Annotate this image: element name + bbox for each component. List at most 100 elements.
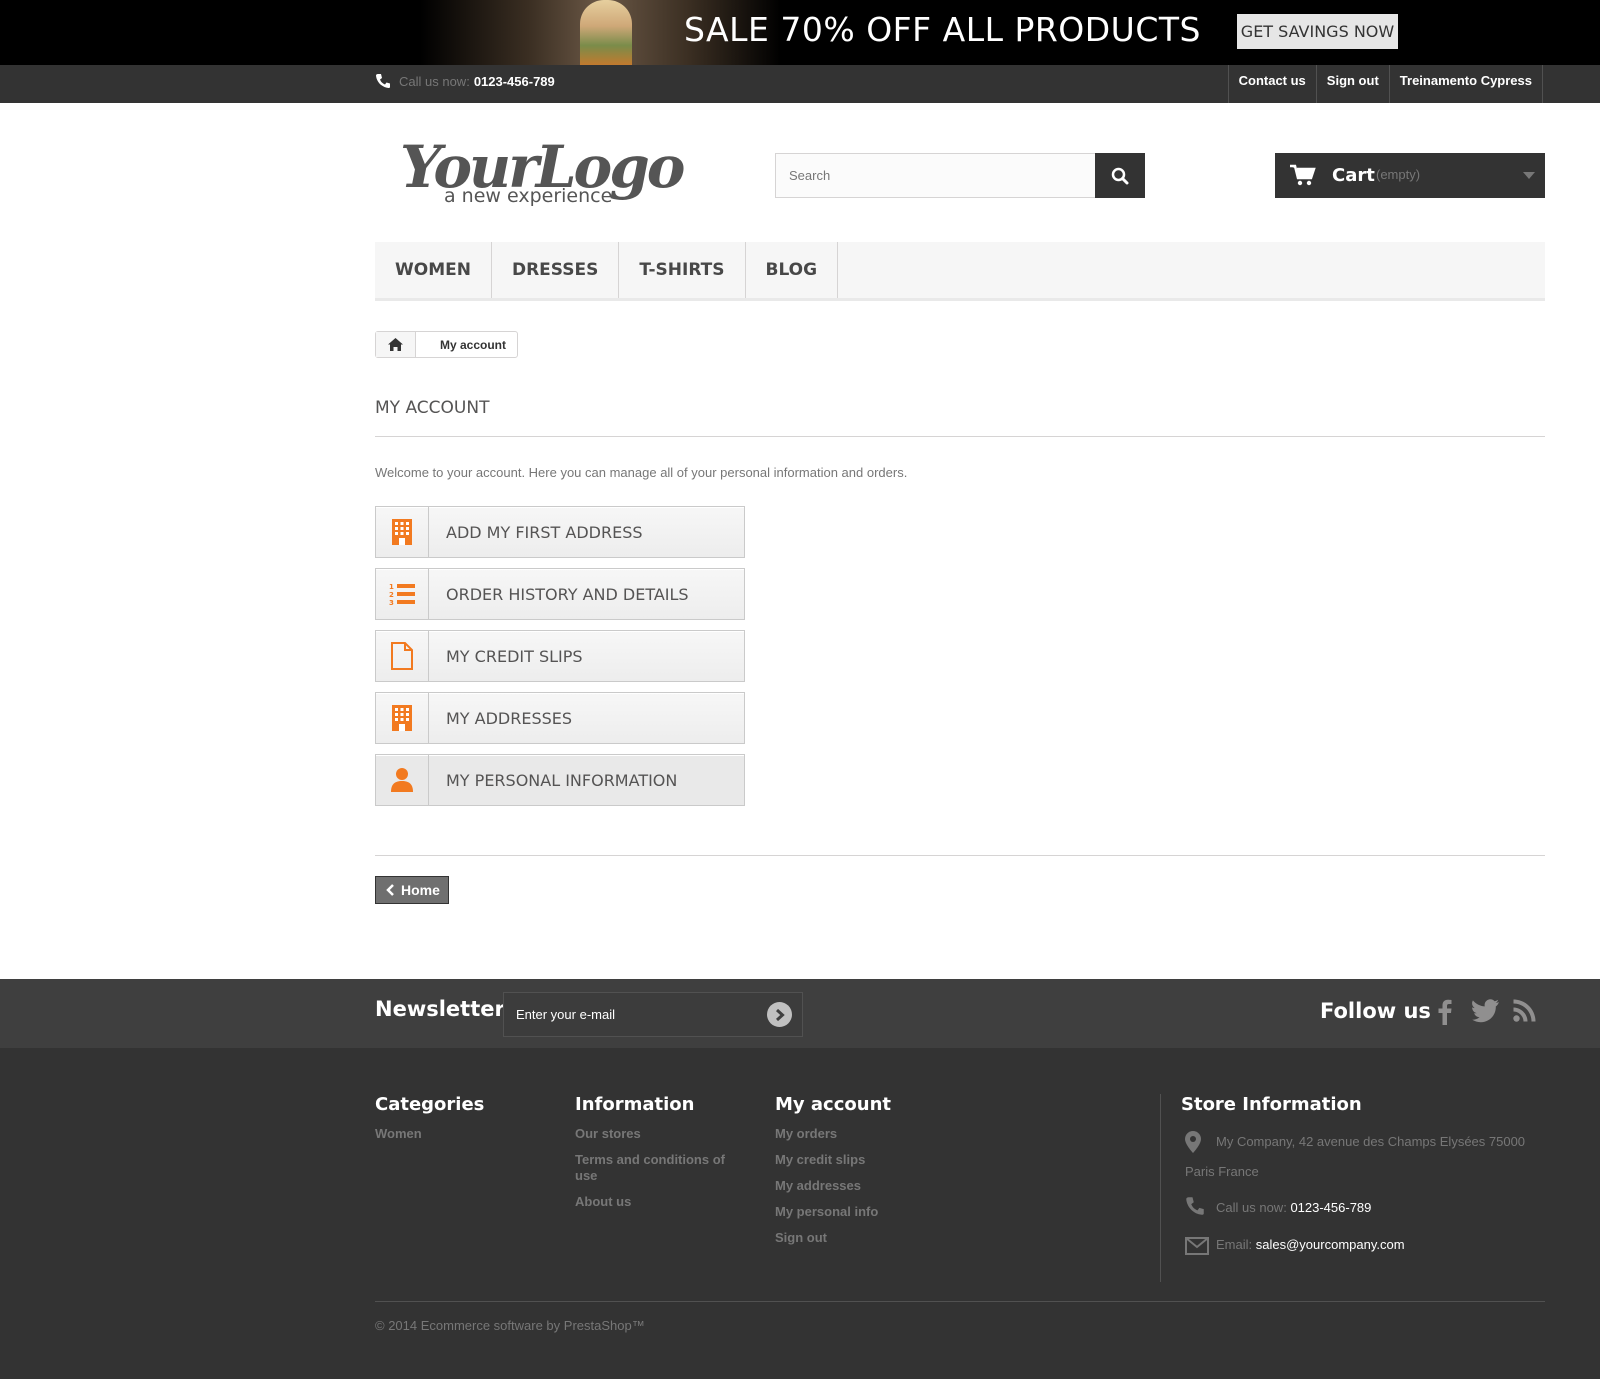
acct-icon-cell: [376, 631, 429, 681]
store-address-line2-text: Paris France: [1185, 1164, 1259, 1179]
footer-my-account: My account My orders My credit slips My …: [775, 1094, 891, 1256]
store-logo[interactable]: YourLogo a new experience: [400, 125, 690, 210]
page-title: MY ACCOUNT: [375, 398, 490, 418]
store-email-address[interactable]: sales@yourcompany.com: [1256, 1237, 1405, 1252]
footer-link-about-us[interactable]: About us: [575, 1194, 735, 1210]
acct-icon-cell: [376, 693, 429, 743]
numbered-list-icon: 123: [389, 583, 415, 606]
store-address-line1: My Company, 42 avenue des Champs Elysées…: [1216, 1134, 1526, 1149]
footer-link-my-addresses[interactable]: My addresses: [775, 1178, 891, 1194]
header-links: Contact us Sign out Treinamento Cypress: [1227, 65, 1543, 103]
my-addresses-label: MY ADDRESSES: [446, 708, 573, 728]
menu-item-blog[interactable]: BLOG: [746, 242, 839, 298]
chevron-down-icon: [1523, 172, 1535, 179]
follow-us-title: Follow us: [1320, 999, 1431, 1023]
banner-model-image: [580, 0, 632, 65]
chevron-right-icon: [775, 1008, 785, 1021]
call-label: Call us now:: [399, 73, 470, 89]
store-email: Email: sales@yourcompany.com: [1181, 1230, 1545, 1260]
order-history-button[interactable]: 123 ORDER HISTORY AND DETAILS: [375, 568, 745, 620]
footer-information-title: Information: [575, 1094, 695, 1115]
phone-icon: [376, 74, 390, 88]
home-button[interactable]: Home: [375, 876, 449, 904]
call-us: Call us now: 0123-456-789: [375, 73, 555, 89]
footer-store-title: Store Information: [1181, 1094, 1362, 1115]
acct-icon-cell: [376, 755, 429, 805]
search-form: [775, 153, 1145, 198]
store-address: My Company, 42 avenue des Champs Elysées…: [1181, 1127, 1545, 1157]
main-menu: WOMEN DRESSES T-SHIRTS BLOG: [375, 242, 1545, 301]
search-input[interactable]: [775, 153, 1096, 198]
store-email-label: Email:: [1216, 1237, 1253, 1252]
cart-status: (empty): [1376, 167, 1421, 182]
footer-link-sign-out[interactable]: Sign out: [775, 1230, 891, 1246]
copyright: © 2014 Ecommerce software by PrestaShop™: [375, 1318, 645, 1333]
menu-item-dresses[interactable]: DRESSES: [492, 242, 620, 298]
personal-information-label: MY PERSONAL INFORMATION: [446, 770, 678, 790]
my-addresses-button[interactable]: MY ADDRESSES: [375, 692, 745, 744]
banner-headline: SALE 70% OFF ALL PRODUCTS: [684, 10, 1201, 49]
footer-link-my-orders[interactable]: My orders: [775, 1126, 891, 1142]
acct-icon-cell: 123: [376, 569, 429, 619]
menu-item-women[interactable]: WOMEN: [375, 242, 492, 298]
credit-slips-label: MY CREDIT SLIPS: [446, 646, 583, 666]
envelope-icon: [1185, 1237, 1209, 1255]
newsletter-band: Newsletter Follow us: [0, 979, 1600, 1048]
footer-link-my-credit-slips[interactable]: My credit slips: [775, 1152, 891, 1168]
rss-icon[interactable]: [1513, 999, 1536, 1022]
footer-link-women[interactable]: Women: [375, 1126, 484, 1142]
newsletter-email-input[interactable]: [504, 993, 754, 1036]
acct-icon-cell: [376, 507, 429, 557]
contact-us-link[interactable]: Contact us: [1229, 65, 1317, 103]
breadcrumb-home[interactable]: [376, 332, 416, 357]
svg-text:1: 1: [389, 583, 394, 591]
order-history-label: ORDER HISTORY AND DETAILS: [446, 584, 689, 604]
footer-information: Information Our stores Terms and conditi…: [575, 1094, 735, 1220]
footer-link-my-personal-info[interactable]: My personal info: [775, 1204, 891, 1220]
promo-banner[interactable]: SALE 70% OFF ALL PRODUCTS GET SAVINGS NO…: [0, 0, 1600, 65]
account-name-link[interactable]: Treinamento Cypress: [1390, 65, 1543, 103]
store-phone-number: 0123-456-789: [1290, 1200, 1372, 1215]
svg-text:2: 2: [389, 591, 394, 599]
content-divider: [375, 855, 1545, 856]
building-icon: [392, 705, 412, 731]
store-address-line2: Paris France: [1181, 1157, 1545, 1187]
building-icon: [392, 519, 412, 545]
footer-link-our-stores[interactable]: Our stores: [575, 1126, 735, 1142]
cart-icon: [1290, 164, 1316, 186]
newsletter-submit-button[interactable]: [767, 1002, 792, 1027]
twitter-icon[interactable]: [1472, 999, 1499, 1023]
map-pin-icon: [1185, 1131, 1201, 1153]
credit-slips-button[interactable]: MY CREDIT SLIPS: [375, 630, 745, 682]
search-icon: [1111, 167, 1129, 184]
add-first-address-button[interactable]: ADD MY FIRST ADDRESS: [375, 506, 745, 558]
breadcrumb: My account: [375, 331, 519, 358]
footer-link-terms[interactable]: Terms and conditions of use: [575, 1152, 735, 1184]
footer-categories: Categories Women: [375, 1094, 484, 1152]
home-icon: [388, 338, 403, 351]
search-button[interactable]: [1095, 153, 1145, 198]
user-icon: [391, 768, 413, 792]
facebook-icon[interactable]: [1438, 999, 1452, 1025]
phone-number: 0123-456-789: [473, 73, 555, 89]
svg-text:a new experience: a new experience: [444, 185, 612, 207]
breadcrumb-current: My account: [440, 337, 507, 352]
cart-label: Cart: [1332, 165, 1375, 186]
personal-information-button[interactable]: MY PERSONAL INFORMATION: [375, 754, 745, 806]
footer: Categories Women Information Our stores …: [0, 1048, 1600, 1379]
svg-text:3: 3: [389, 599, 394, 606]
footer-store-information: Store Information My Company, 42 avenue …: [1160, 1094, 1545, 1282]
footer-categories-title: Categories: [375, 1094, 485, 1115]
sign-out-link[interactable]: Sign out: [1317, 65, 1390, 103]
get-savings-button[interactable]: GET SAVINGS NOW: [1237, 14, 1398, 49]
page: SALE 70% OFF ALL PRODUCTS GET SAVINGS NO…: [0, 0, 1600, 1379]
document-icon: [391, 642, 413, 670]
phone-icon: [1186, 1197, 1204, 1215]
heading-divider: [375, 436, 1545, 437]
add-first-address-label: ADD MY FIRST ADDRESS: [446, 522, 643, 542]
store-phone: Call us now: 0123-456-789: [1181, 1193, 1545, 1223]
newsletter-form: [503, 992, 803, 1037]
menu-item-t-shirts[interactable]: T-SHIRTS: [619, 242, 746, 298]
cart-button[interactable]: Cart (empty): [1275, 153, 1545, 198]
welcome-text: Welcome to your account. Here you can ma…: [375, 465, 908, 480]
